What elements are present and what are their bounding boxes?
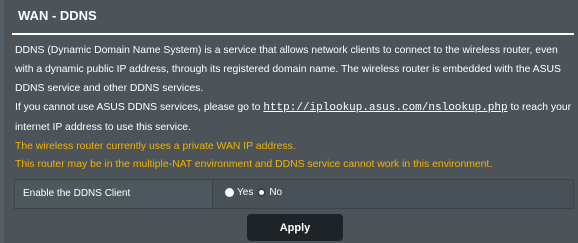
description-lookup-prefix: If you cannot use ASUS DDNS services, pl…: [15, 102, 264, 113]
page-title: WAN - DDNS: [18, 8, 97, 23]
title-divider: [12, 33, 574, 35]
nat-warning: The wireless router currently uses a pri…: [15, 138, 575, 174]
yes-radio-label: Yes: [237, 187, 254, 198]
enable-ddns-label: Enable the DDNS Client: [23, 188, 131, 199]
ddns-description: DDNS (Dynamic Domain Name System) is a s…: [15, 41, 575, 137]
description-paragraph: DDNS (Dynamic Domain Name System) is a s…: [15, 45, 561, 94]
yes-radio[interactable]: [225, 188, 234, 197]
warning-private-ip: The wireless router currently uses a pri…: [15, 141, 296, 152]
enable-ddns-yes-option[interactable]: Yes: [225, 187, 253, 198]
description-lookup-paragraph: If you cannot use ASUS DDNS services, pl…: [15, 98, 575, 137]
iplookup-link[interactable]: http://iplookup.asus.com/nslookup.php: [263, 102, 507, 114]
enable-ddns-row: Enable the DDNS Client Yes No: [14, 179, 574, 209]
enable-ddns-radio-group: Yes No: [225, 187, 286, 198]
apply-button[interactable]: Apply: [247, 214, 343, 241]
enable-ddns-label-cell: Enable the DDNS Client: [15, 180, 213, 208]
ddns-panel: WAN - DDNS DDNS (Dynamic Domain Name Sys…: [4, 0, 578, 243]
enable-ddns-no-option[interactable]: No: [257, 187, 282, 198]
warning-multiple-nat: This router may be in the multiple-NAT e…: [15, 159, 493, 170]
no-radio-label: No: [269, 187, 283, 198]
no-radio[interactable]: [257, 188, 267, 197]
